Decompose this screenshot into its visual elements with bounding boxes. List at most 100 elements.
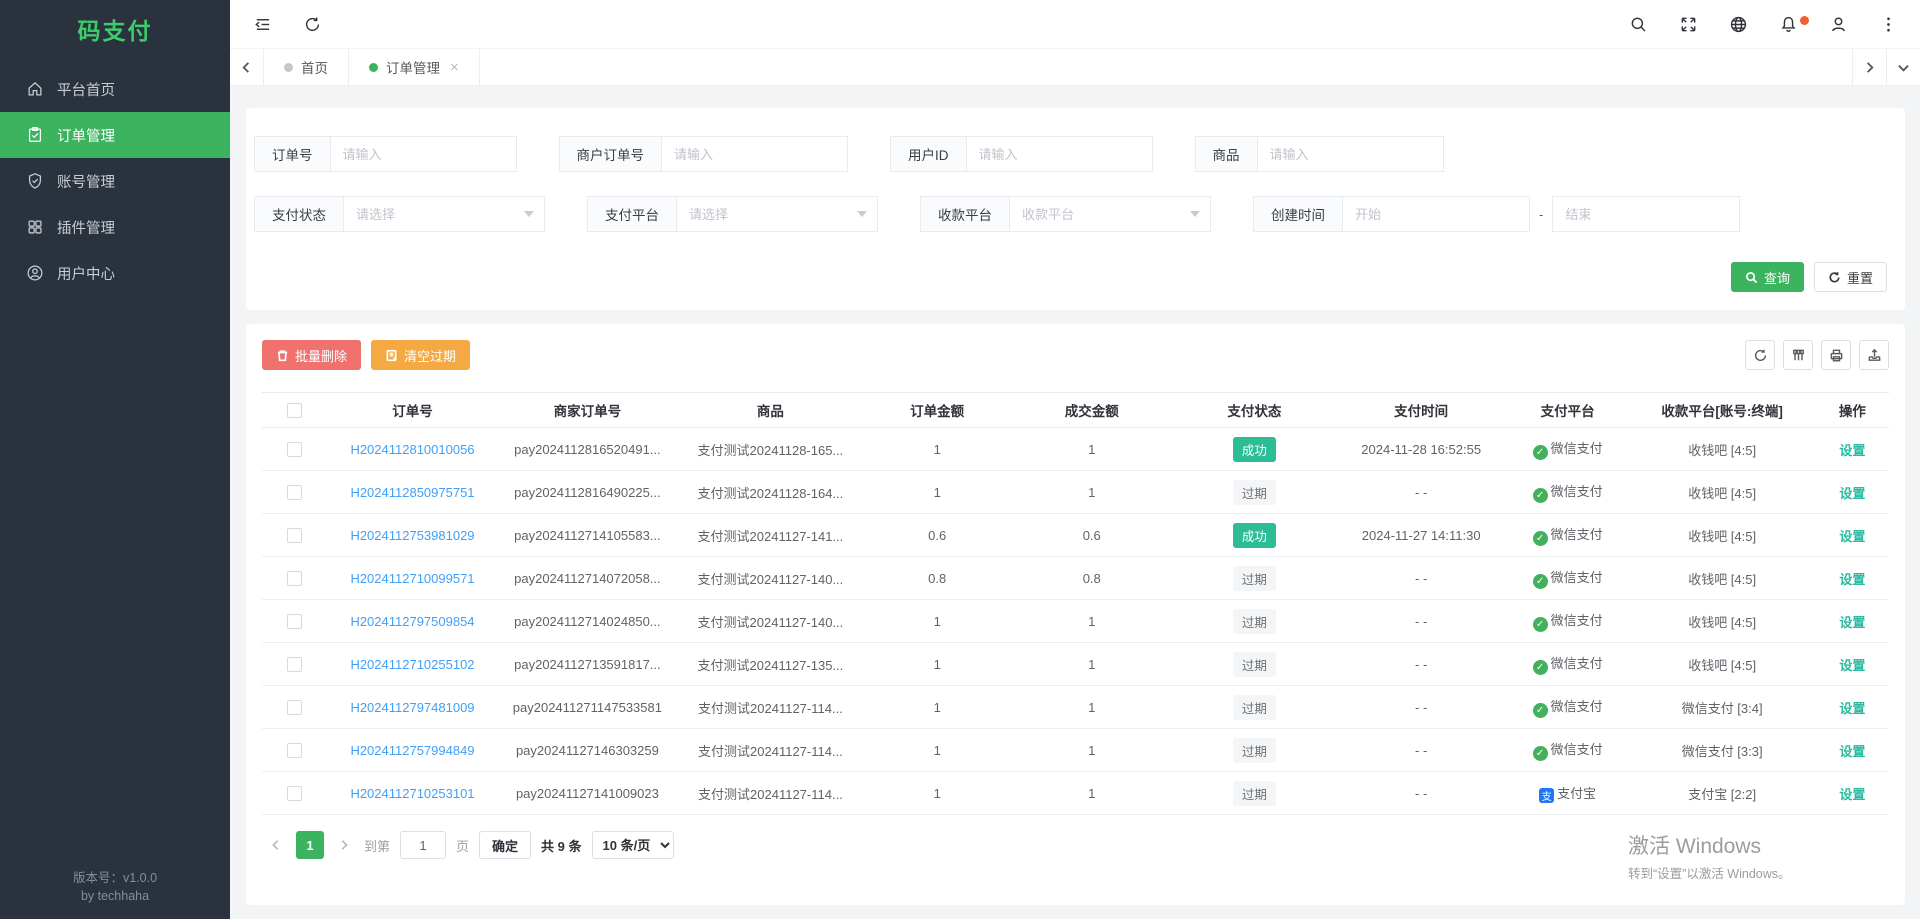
sidebar-item-account-management[interactable]: 账号管理 [0,158,230,204]
batch-delete-button[interactable]: 批量删除 [262,340,361,370]
page-size-select[interactable]: 10 条/页 [592,831,674,859]
filter-label: 收款平台 [920,196,1010,232]
next-page-icon[interactable] [334,839,354,851]
tabs-scroll-right-icon[interactable] [1852,49,1886,85]
product-input[interactable] [1258,137,1443,171]
tabs-scroll-left-icon[interactable] [230,49,264,85]
order-no-link[interactable]: H2024112797481009 [350,700,474,715]
order-no-link[interactable]: H2024112810010056 [350,442,474,457]
orders-table: 订单号 商家订单号 商品 订单金额 成交金额 支付状态 支付时间 支付平台 收款… [262,392,1889,815]
page-jump-input[interactable] [400,831,446,859]
prev-page-icon[interactable] [266,839,286,851]
tab-close-icon[interactable]: × [450,59,459,76]
pay-status-select[interactable] [344,197,544,231]
trash-icon [276,349,289,362]
app-logo: 码支付 [0,0,230,58]
merchant-order-no: pay20241127146303259 [516,743,659,758]
row-checkbox[interactable] [287,528,302,543]
col-order-no: 订单号 [327,393,498,428]
row-checkbox[interactable] [287,571,302,586]
sidebar-item-order-management[interactable]: 订单管理 [0,112,230,158]
order-no-link[interactable]: H2024112753981029 [350,528,474,543]
settings-link[interactable]: 设置 [1839,572,1865,587]
account-terminal: 收钱吧 [4:5] [1688,443,1756,458]
tab-order-management[interactable]: 订单管理 × [349,49,480,85]
refresh-icon[interactable] [302,14,322,34]
sidebar-item-label: 平台首页 [57,79,115,100]
settings-link[interactable]: 设置 [1839,615,1865,630]
merchant-order-no-input[interactable] [662,137,847,171]
paid-amount: 0.6 [1083,528,1101,543]
product-name: 支付测试20241127-140... [698,572,844,587]
menu-fold-icon[interactable] [252,14,272,34]
search-button[interactable]: 查询 [1731,262,1804,292]
order-no-link[interactable]: H2024112757994849 [350,743,474,758]
tabs-dropdown-icon[interactable] [1886,49,1920,85]
export-icon[interactable] [1859,340,1889,370]
select-all-checkbox[interactable] [287,403,302,418]
clear-document-icon [385,349,398,362]
start-date-input[interactable] [1343,197,1543,231]
table-refresh-icon[interactable] [1745,340,1775,370]
row-checkbox[interactable] [287,700,302,715]
filter-order-no: 订单号 [254,136,517,172]
col-pay-platform: 支付平台 [1507,393,1629,428]
filter-label: 订单号 [254,136,331,172]
row-checkbox[interactable] [287,743,302,758]
order-no-link[interactable]: H2024112797509854 [350,614,474,629]
col-paid-amount: 成交金额 [1010,393,1173,428]
order-no-link[interactable]: H2024112710253101 [350,786,474,801]
tab-home[interactable]: 首页 [264,49,349,85]
platform-icon: ✓ [1533,574,1548,589]
clear-expired-button[interactable]: 清空过期 [371,340,470,370]
order-amount: 0.8 [928,571,946,586]
bell-icon[interactable] [1778,14,1798,34]
platform-icon: ✓ [1533,703,1548,718]
printer-icon[interactable] [1821,340,1851,370]
settings-link[interactable]: 设置 [1839,787,1865,802]
row-checkbox[interactable] [287,485,302,500]
account-terminal: 支付宝 [2:2] [1688,787,1756,802]
sidebar: 码支付 平台首页 订单管理 账号管理 [0,0,230,919]
order-no-link[interactable]: H2024112710099571 [350,571,474,586]
search-panel: 订单号 商户订单号 用户ID 商品 [246,108,1905,310]
paid-amount: 1 [1088,614,1095,629]
reset-button[interactable]: 重置 [1814,262,1887,292]
current-page-button[interactable]: 1 [296,831,324,859]
paid-amount: 0.8 [1083,571,1101,586]
pay-platform-select[interactable] [677,197,877,231]
sidebar-item-platform-home[interactable]: 平台首页 [0,66,230,112]
table-row: H2024112810010056 pay2024112816520491...… [262,428,1889,471]
settings-link[interactable]: 设置 [1839,744,1865,759]
order-no-input[interactable] [331,137,516,171]
row-checkbox[interactable] [287,657,302,672]
order-no-link[interactable]: H2024112710255102 [350,657,474,672]
settings-link[interactable]: 设置 [1839,701,1865,716]
jump-suffix: 页 [456,836,469,855]
settings-link[interactable]: 设置 [1839,443,1865,458]
filter-receive-platform: 收款平台 [920,196,1211,232]
status-badge: 过期 [1233,480,1276,505]
sidebar-item-plugin-management[interactable]: 插件管理 [0,204,230,250]
row-checkbox[interactable] [287,442,302,457]
sidebar-item-user-center[interactable]: 用户中心 [0,250,230,296]
user-icon[interactable] [1828,14,1848,34]
row-checkbox[interactable] [287,786,302,801]
fullscreen-icon[interactable] [1678,14,1698,34]
account-terminal: 收钱吧 [4:5] [1688,658,1756,673]
pagination: 1 到第 页 确定 共 9 条 10 条/页 [262,815,1889,869]
columns-filter-icon[interactable] [1783,340,1813,370]
end-date-input[interactable] [1553,197,1753,231]
search-icon[interactable] [1628,14,1648,34]
page-confirm-button[interactable]: 确定 [479,831,531,859]
kebab-menu-icon[interactable] [1878,14,1898,34]
settings-link[interactable]: 设置 [1839,486,1865,501]
settings-link[interactable]: 设置 [1839,658,1865,673]
row-checkbox[interactable] [287,614,302,629]
settings-link[interactable]: 设置 [1839,529,1865,544]
globe-icon[interactable] [1728,14,1748,34]
receive-platform-select[interactable] [1010,197,1210,231]
account-terminal: 微信支付 [3:4] [1682,701,1763,716]
order-no-link[interactable]: H2024112850975751 [350,485,474,500]
user-id-input[interactable] [967,137,1152,171]
